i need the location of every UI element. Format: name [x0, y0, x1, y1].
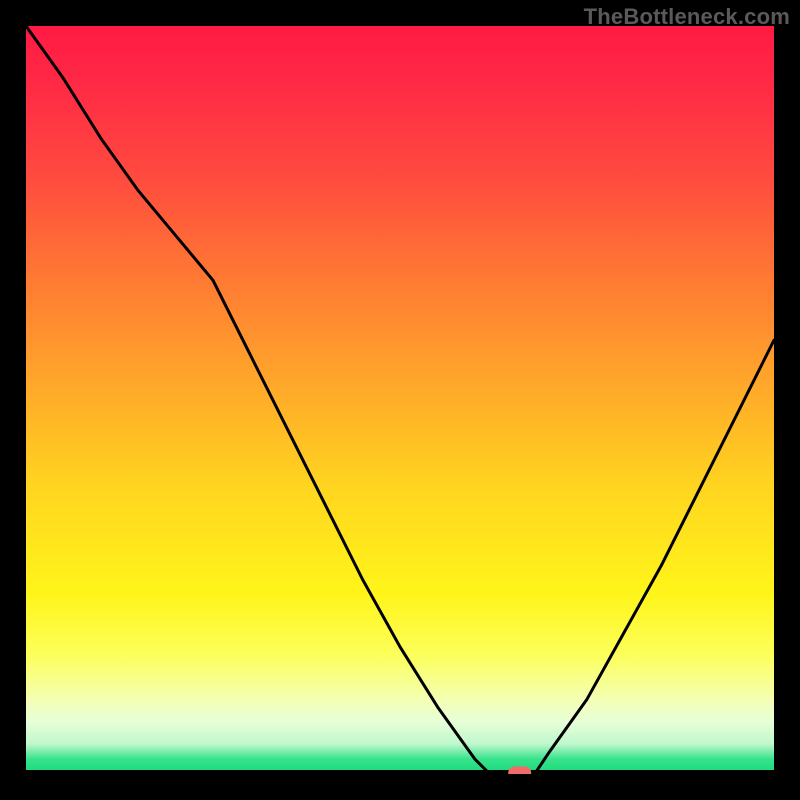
watermark-text: TheBottleneck.com [584, 4, 790, 30]
curve-svg [26, 26, 774, 774]
optimal-point-marker [509, 767, 531, 774]
bottleneck-curve-line [26, 26, 774, 774]
plot-area [26, 26, 774, 774]
chart-frame: TheBottleneck.com [0, 0, 800, 800]
